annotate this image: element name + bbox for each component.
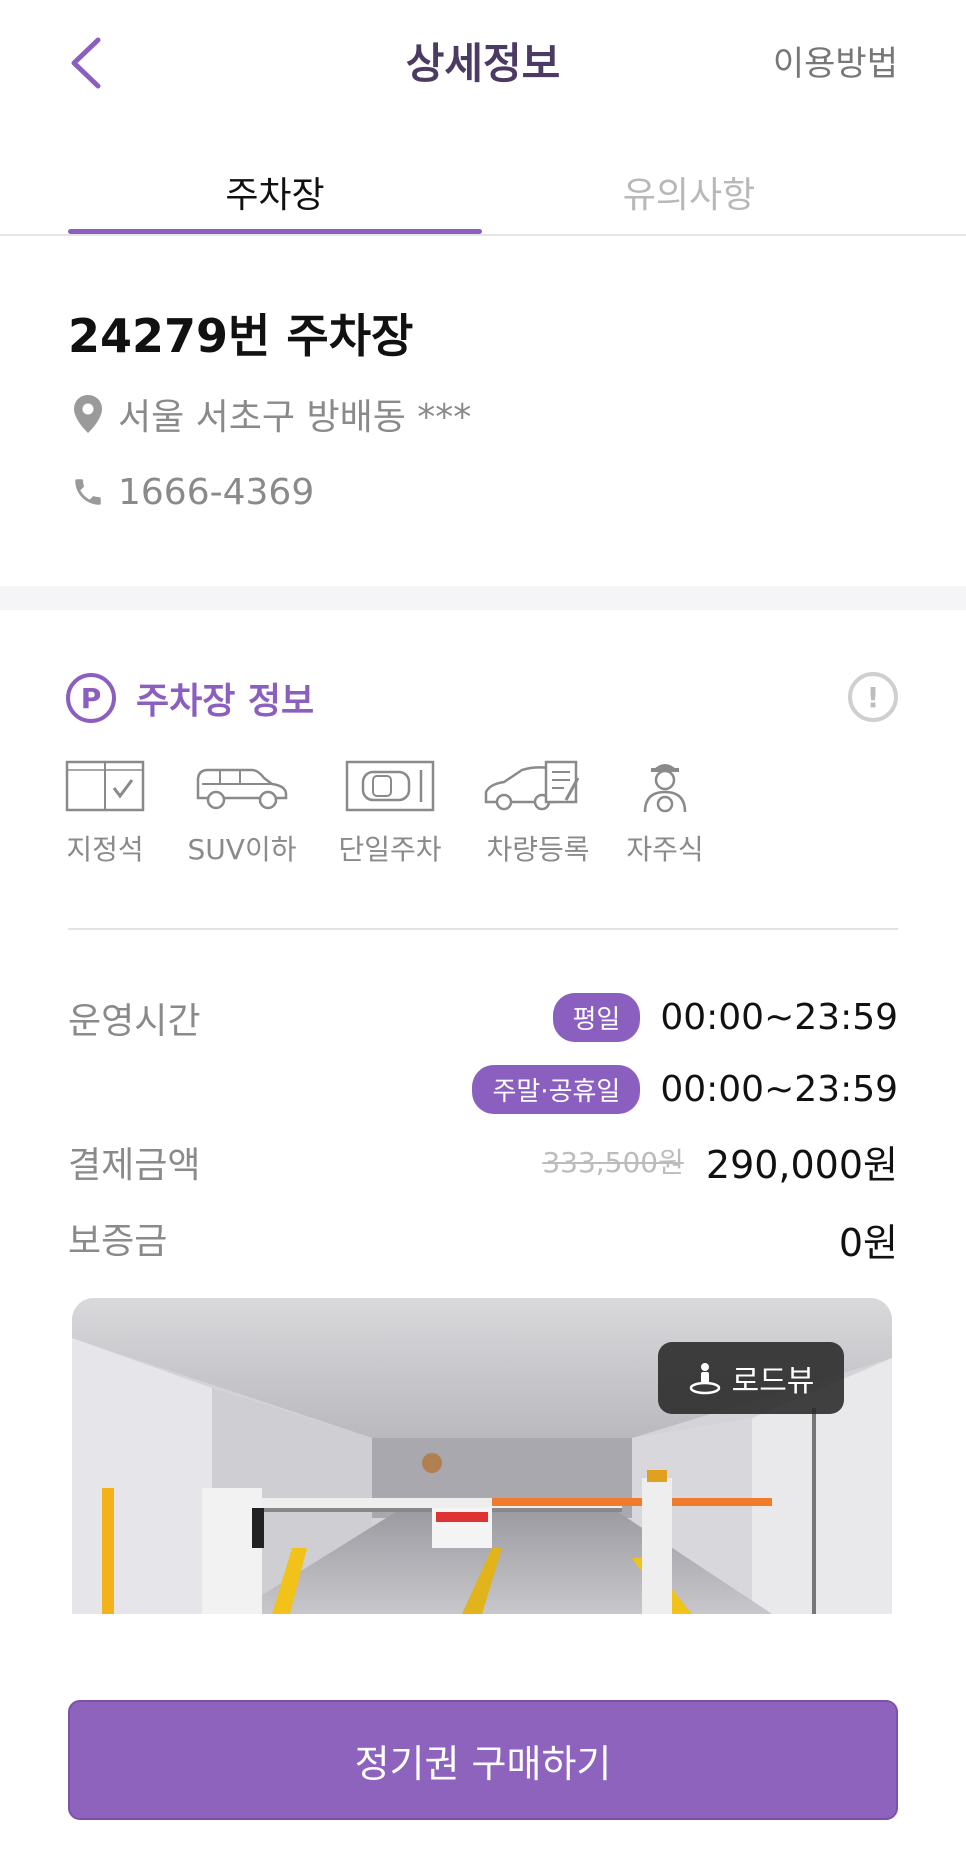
- feature-label: 단일주차: [338, 833, 442, 866]
- active-tab-indicator: [68, 229, 482, 234]
- tab-bar: 주차장 유의사항: [0, 140, 966, 236]
- tab-notices[interactable]: 유의사항: [482, 166, 896, 218]
- phone-icon: [68, 472, 108, 512]
- price-value: 290,000원: [705, 1142, 898, 1187]
- deposit-label: 보증금: [68, 1221, 168, 1262]
- feature-label: SUV이하: [187, 833, 297, 866]
- roadview-label: 로드뷰: [731, 1364, 815, 1399]
- price-row: 333,500원 290,000원: [542, 1136, 898, 1187]
- header: 상세정보 이용방법: [0, 0, 966, 125]
- feature-suv: SUV이하: [182, 758, 302, 868]
- parking-lot-photo[interactable]: 로드뷰: [72, 1298, 892, 1614]
- divider: [68, 928, 898, 930]
- original-price: 333,500원: [542, 1146, 684, 1179]
- feature-reserved-spot: 지정석: [60, 758, 150, 868]
- lot-info-header: P 주차장 정보: [66, 672, 314, 724]
- phone-number[interactable]: 1666-4369: [118, 472, 314, 513]
- price-label: 결제금액: [68, 1145, 201, 1186]
- buy-pass-button[interactable]: 정기권 구매하기: [68, 1700, 898, 1820]
- hours-label: 운영시간: [68, 1001, 201, 1042]
- reserved-spot-icon: [65, 760, 145, 812]
- weekend-badge: 주말·공휴일: [472, 1064, 641, 1114]
- car-registration-icon: [484, 760, 580, 811]
- feature-single-parking: 단일주차: [332, 758, 448, 868]
- section-separator: [0, 586, 966, 610]
- tab-parking-lot[interactable]: 주차장: [68, 166, 482, 218]
- address-row: 서울 서초구 방배동 ***: [68, 392, 471, 438]
- roadview-button[interactable]: 로드뷰: [658, 1342, 844, 1414]
- feature-label: 지정석: [66, 833, 144, 866]
- feature-self-park: 자주식: [620, 758, 710, 868]
- exclamation-circle-icon[interactable]: !: [848, 672, 898, 722]
- suv-icon: [196, 768, 288, 810]
- feature-car-registration: 차량등록: [478, 758, 598, 868]
- single-parking-icon: [345, 760, 435, 812]
- address-text: 서울 서초구 방배동 ***: [118, 397, 472, 438]
- weekend-hours: 00:00~23:59: [660, 1068, 898, 1110]
- deposit-value: 0원: [838, 1221, 898, 1265]
- weekday-hours: 00:00~23:59: [660, 996, 898, 1038]
- feature-list: 지정석 SUV이하 단일주차 차량등록 자주식: [60, 758, 780, 878]
- self-park-driver-icon: [643, 764, 687, 813]
- weekday-badge: 평일: [552, 992, 641, 1042]
- location-pin-icon: [68, 394, 108, 434]
- feature-label: 자주식: [626, 833, 704, 866]
- weekday-hours-row: 평일 00:00~23:59: [552, 992, 898, 1042]
- usage-guide-link[interactable]: 이용방법: [773, 36, 898, 85]
- lot-info-title: 주차장 정보: [136, 681, 315, 722]
- lot-name: 24279번 주차장: [68, 309, 414, 363]
- weekend-hours-row: 주말·공휴일 00:00~23:59: [472, 1064, 898, 1114]
- phone-row[interactable]: 1666-4369: [68, 470, 314, 514]
- person-roadview-icon: [689, 1363, 720, 1395]
- feature-label: 차량등록: [486, 833, 590, 866]
- parking-badge-icon: P: [66, 673, 116, 723]
